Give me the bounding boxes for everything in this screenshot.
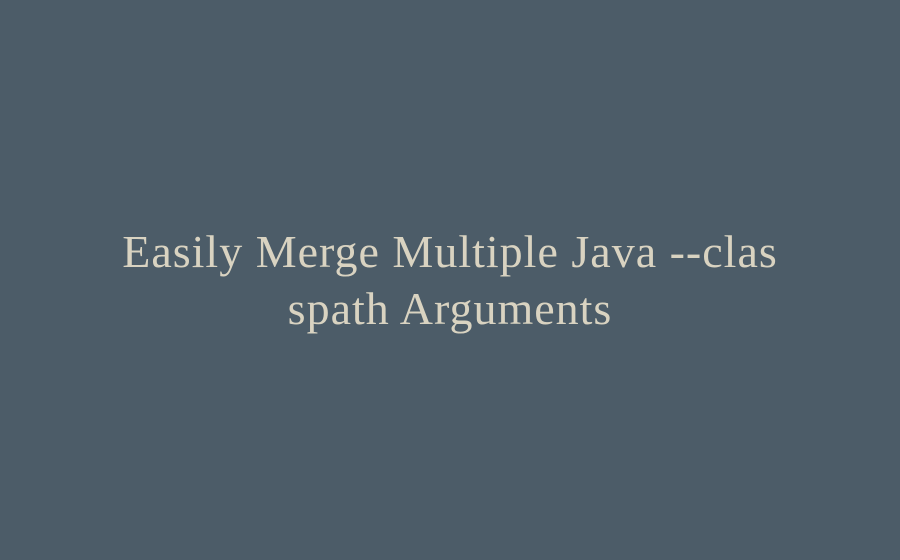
page-title: Easily Merge Multiple Java --classpath A… [120,223,780,338]
title-container: Easily Merge Multiple Java --classpath A… [0,223,900,338]
